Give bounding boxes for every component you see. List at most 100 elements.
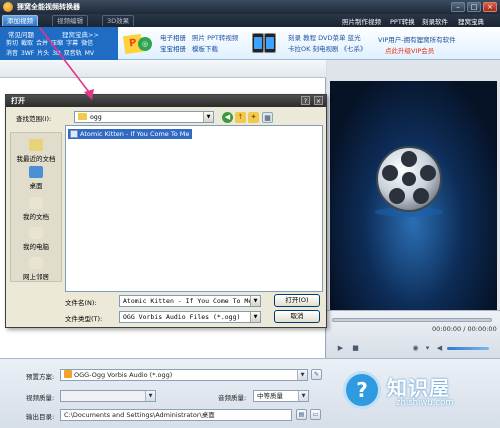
link-liwo-guide[interactable]: 狸窝宝典 (458, 16, 484, 26)
video-quality-select[interactable]: ▼ (60, 390, 156, 402)
chevron-down-icon: ▼ (298, 391, 308, 401)
open-folder-icon[interactable]: ▭ (310, 409, 321, 420)
preset-settings-icon[interactable]: ✎ (311, 369, 322, 380)
ad-link[interactable]: 照片 (192, 34, 205, 42)
my-documents-icon (29, 197, 43, 209)
place-network[interactable]: 网上邻居 (11, 257, 61, 281)
tab-video-edit[interactable]: 视频编辑 (52, 15, 88, 26)
ad-col-photo: 照片 PPT转视频 模板下载 (192, 33, 238, 55)
ad-col-album: 电子相册 宝宝相册 (160, 33, 186, 55)
up-folder-icon[interactable]: ↑ (235, 112, 246, 123)
stop-icon[interactable]: ■ (350, 343, 361, 353)
back-icon[interactable]: ◀ (222, 112, 233, 123)
browse-folder-icon[interactable]: ▤ (296, 409, 307, 420)
chevron-down-icon: ▼ (297, 370, 307, 380)
dialog-title: 打开 (11, 97, 25, 105)
window-controls: – □ × (451, 2, 497, 12)
window-title: 狸窝全能视频转换器 (17, 3, 80, 11)
ad-link[interactable]: 卡拉OK (288, 45, 310, 53)
minimize-button[interactable]: – (451, 2, 465, 12)
help-link[interactable]: 微信 (81, 40, 93, 47)
ad-link[interactable]: 电子相册 (160, 34, 186, 42)
help-link[interactable]: 3WF (21, 50, 34, 57)
link-ppt-convert[interactable]: PPT转换 (390, 16, 415, 26)
help-link[interactable]: 双音轨 (64, 50, 82, 57)
help-link[interactable]: 合并 (36, 40, 48, 47)
help-panel: 常见问题 狸窝宝典>> 剪切 截取 合并 压缩 字幕 微信 消音 3WF 片头 3D 双音轨 MV (0, 27, 118, 60)
list-item[interactable]: Atomic Kitten - If You Come To Me (68, 129, 193, 139)
dialog-title-bar: 打开 ? × (6, 95, 326, 107)
seek-bar[interactable] (332, 318, 492, 322)
open-button[interactable]: 打开(O) (274, 294, 320, 307)
watermark-logo-icon: ? (343, 371, 381, 409)
link-burn-software[interactable]: 刻录软件 (422, 16, 448, 26)
ad-link[interactable]: 宝宝相册 (160, 45, 186, 53)
ad-link[interactable]: DVD菜单 (318, 34, 345, 42)
video-quality-label: 视频质量: (26, 394, 55, 402)
ad-col-burn: 刻录 教程 DVD菜单 蓝光 卡拉OK 刻电视剧 《七杀》 (288, 33, 367, 55)
cancel-button[interactable]: 取消 (274, 310, 320, 323)
audio-quality-select[interactable]: 中等质量 ▼ (253, 390, 309, 402)
ppt-logo-icon: P ◎ (122, 33, 154, 55)
time-readout: 00:00:00 / 00:00:00 (432, 325, 497, 333)
app-logo-icon (3, 2, 13, 12)
place-desktop[interactable]: 桌面 (11, 166, 61, 190)
chevron-down-icon: ▼ (250, 312, 260, 322)
ad-link[interactable]: 蓝光 (348, 34, 361, 42)
ad-link[interactable]: 刻电视剧 (312, 45, 338, 53)
ad-link[interactable]: 模板下载 (192, 45, 218, 53)
look-in-combo[interactable]: ogg ▼ (74, 111, 214, 123)
title-bar: 狸窝全能视频转换器 – □ × (0, 0, 500, 14)
help-link[interactable]: 片头 (37, 50, 49, 57)
output-label: 输出目录: (26, 413, 55, 421)
ad-banner: 常见问题 狸窝宝典>> 剪切 截取 合并 压缩 字幕 微信 消音 3WF 片头 3D 双音轨 MV … (0, 27, 500, 60)
place-my-documents[interactable]: 我的文档 (11, 197, 61, 221)
ad-link[interactable]: PPT转视频 (207, 34, 238, 42)
link-photo-video[interactable]: 照片制作视频 (342, 16, 381, 26)
filetype-select[interactable]: OGG Vorbis Audio Files (*.ogg) ▼ (119, 311, 261, 323)
dropdown-arrow-icon[interactable]: ▾ (422, 343, 433, 353)
film-reel-icon (375, 146, 443, 217)
help-link[interactable]: 字幕 (66, 40, 78, 47)
help-links: 剪切 截取 合并 压缩 字幕 微信 消音 3WF 片头 3D 双音轨 MV (6, 39, 118, 59)
play-icon[interactable]: ▶ (335, 343, 346, 353)
filename-value: Atomic Kitten - If You Come To Me (123, 297, 253, 305)
maximize-button[interactable]: □ (467, 2, 481, 12)
menu-bar: 添加视频 视频编辑 3D效果 照片制作视频 PPT转换 刻录软件 狸窝宝典 (0, 14, 500, 27)
preset-select[interactable]: OGG-Ogg Vorbis Audio (*.ogg) ▼ (60, 369, 308, 381)
tab-add-video[interactable]: 添加视频 (2, 15, 38, 26)
preset-label: 预置方案: (26, 373, 55, 381)
vip-upgrade-link[interactable]: 点此升级VIP会员 (385, 45, 434, 55)
help-link[interactable]: MV (85, 50, 94, 57)
watermark-text: 知识屋 (387, 376, 450, 400)
help-link[interactable]: 消音 (6, 50, 18, 57)
place-recent[interactable]: 我最近的文档 (11, 139, 61, 163)
phone-icon (250, 31, 280, 55)
volume-slider[interactable] (447, 347, 489, 350)
place-my-computer[interactable]: 我的电脑 (11, 227, 61, 251)
view-menu-icon[interactable]: ▦ (262, 112, 273, 123)
ad-link[interactable]: 《七杀》 (341, 45, 367, 53)
help-link[interactable]: 截取 (21, 40, 33, 47)
watermark-url: zhishiwu.com (396, 398, 454, 408)
camera-icon[interactable]: ◉ (410, 343, 421, 353)
help-link[interactable]: 3D (52, 50, 60, 57)
audio-quality-label: 音频质量: (218, 394, 247, 402)
vip-text: VIP用户-拥有狸窝所有软件 (378, 36, 456, 44)
dialog-help-button[interactable]: ? (301, 96, 310, 105)
new-folder-icon[interactable]: ✦ (248, 112, 259, 123)
help-more-link[interactable]: 狸窝宝典>> (62, 29, 99, 39)
output-dir-field[interactable]: C:\Documents and Settings\Administrator\… (60, 409, 292, 421)
my-computer-icon (29, 227, 43, 239)
tab-3d-effect[interactable]: 3D效果 (102, 15, 135, 26)
close-button[interactable]: × (483, 2, 497, 12)
filename-field[interactable]: Atomic Kitten - If You Come To Me ▼ (119, 295, 261, 307)
help-link[interactable]: 压缩 (51, 40, 63, 47)
volume-icon[interactable]: ◀ (434, 343, 445, 353)
dialog-close-button[interactable]: × (314, 96, 323, 105)
ad-link[interactable]: 教程 (303, 34, 316, 42)
help-link[interactable]: 剪切 (6, 40, 18, 47)
output-dir-value: C:\Documents and Settings\Administrator\… (64, 411, 215, 419)
look-in-value: ogg (90, 113, 102, 121)
ad-link[interactable]: 刻录 (288, 34, 301, 42)
